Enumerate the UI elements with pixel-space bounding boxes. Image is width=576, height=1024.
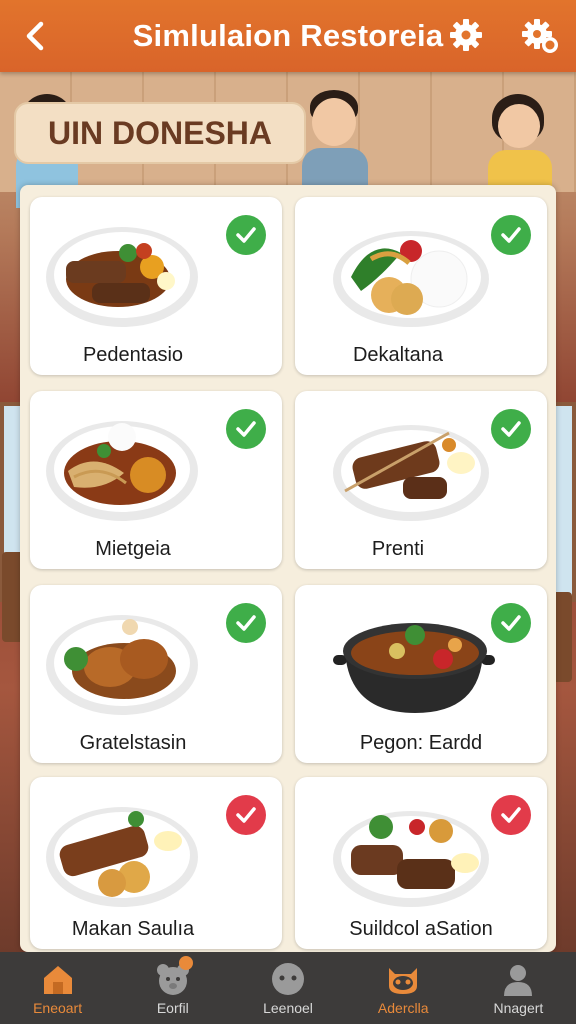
checkmark-icon	[491, 603, 531, 643]
checkmark-icon	[491, 795, 531, 835]
checkmark-icon	[491, 409, 531, 449]
dish-name: Prenti	[371, 538, 425, 560]
advanced-settings-icon[interactable]	[520, 16, 560, 56]
settings-gear-icon[interactable]	[448, 17, 484, 53]
menu-card[interactable]: Makan Saulıa	[30, 777, 282, 949]
dish-name: Suildcol aSation	[349, 918, 493, 940]
restaurant-banner: UIN DONESHA	[14, 102, 306, 164]
nav-item-manager[interactable]: Nnagert	[461, 952, 576, 1024]
bottom-nav: Eneoart Eorfil Leenoel Aderclla Nnagert	[0, 952, 576, 1024]
menu-card[interactable]: Prenti	[295, 391, 547, 569]
back-arrow-icon[interactable]	[18, 18, 54, 54]
nav-item-mascot[interactable]: Aderclla	[346, 952, 461, 1024]
checkmark-icon	[226, 795, 266, 835]
notification-badge	[179, 956, 194, 970]
mascot-icon	[389, 968, 418, 994]
nav-label: Nnagert	[493, 1000, 544, 1016]
dish-name: Dekaltana	[352, 344, 444, 366]
nav-item-profile[interactable]: Eorfil	[115, 952, 230, 1024]
menu-card[interactable]: Suildcol aSation	[295, 777, 547, 949]
dish-name: Makan Saulıa	[71, 918, 195, 940]
nav-item-home[interactable]: Eneoart	[0, 952, 115, 1024]
menu-panel: Pedentasio Dekaltana Mietgeia Prenti Gra…	[20, 185, 556, 952]
dish-image	[46, 615, 198, 715]
nav-item-level[interactable]: Leenoel	[230, 952, 345, 1024]
menu-card[interactable]: Gratelstasin	[30, 585, 282, 763]
dish-image	[46, 421, 198, 521]
app-header: Simlulaion Restoreia	[0, 0, 576, 72]
person-icon	[504, 965, 533, 996]
menu-card[interactable]: Dekaltana	[295, 197, 547, 375]
menu-card[interactable]: Pegon: Eardd	[295, 585, 547, 763]
dish-image	[333, 425, 489, 521]
menu-card[interactable]: Mietgeia	[30, 391, 282, 569]
checkmark-icon	[226, 603, 266, 643]
checkmark-icon	[491, 215, 531, 255]
dish-image	[333, 231, 489, 327]
nav-label: Leenoel	[263, 1000, 313, 1016]
nav-label: Eneoart	[33, 1000, 83, 1016]
menu-card[interactable]: Pedentasio	[30, 197, 282, 375]
page-title: Simlulaion Restoreia	[132, 18, 444, 53]
dish-name: Pegon: Eardd	[359, 732, 483, 754]
face-icon	[272, 963, 304, 995]
dish-image	[333, 811, 489, 907]
dish-image	[46, 807, 198, 907]
home-icon	[43, 966, 72, 994]
dish-name: Gratelstasin	[79, 732, 187, 754]
checkmark-icon	[226, 215, 266, 255]
nav-label: Aderclla	[377, 1000, 429, 1016]
nav-label: Eorfil	[156, 1000, 189, 1016]
dish-name: Pedentasio	[82, 344, 184, 366]
checkmark-icon	[226, 409, 266, 449]
dish-name: Mietgeia	[95, 538, 171, 560]
dish-image	[333, 623, 495, 713]
dish-image	[46, 227, 198, 327]
